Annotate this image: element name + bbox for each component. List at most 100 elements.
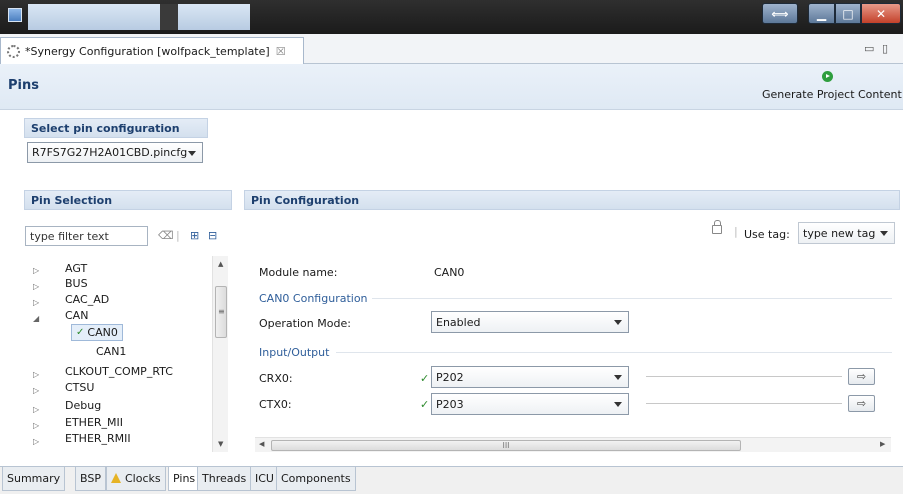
section-divider [372, 298, 892, 299]
expand-arrow-icon[interactable]: ▷ [33, 405, 39, 414]
operation-mode-label: Operation Mode: [259, 317, 351, 330]
check-icon: ✓ [76, 327, 85, 338]
pin-tree-scrollbar[interactable]: ▲ ≡ ▼ [212, 256, 228, 452]
input-output-heading: Input/Output [259, 346, 330, 359]
ctx0-pin-value: P203 [436, 397, 464, 411]
operation-mode-value: Enabled [436, 315, 481, 329]
scroll-right-icon[interactable]: ▶ [880, 440, 885, 448]
module-name-label: Module name: [259, 266, 338, 279]
pin-connector-line [646, 376, 842, 377]
gear-icon [7, 44, 20, 58]
app-icon [8, 8, 22, 22]
maximize-window-button[interactable]: □ [835, 3, 861, 24]
scroll-up-icon[interactable]: ▲ [218, 260, 223, 268]
generate-project-content-button[interactable]: Generate Project Content [762, 88, 902, 101]
go-to-ctx0-pin-button[interactable]: ⇨ [848, 395, 875, 412]
scroll-down-icon[interactable]: ▼ [218, 440, 223, 448]
scrollbar-thumb[interactable]: III [271, 440, 741, 451]
expand-arrow-icon[interactable]: ▷ [33, 437, 39, 446]
crx0-pin-value: P202 [436, 370, 464, 384]
tab-label: Clocks [125, 472, 161, 485]
pin-configuration-value: R7FS7G27H2A01CBD.pincfg [32, 146, 188, 159]
use-tag-select[interactable]: type new tag [798, 222, 895, 244]
tree-item-clkout-comp-rtc[interactable]: CLKOUT_COMP_RTC [65, 364, 173, 378]
tree-item-label: BUS [65, 276, 88, 290]
lock-icon[interactable] [712, 220, 722, 234]
window-title-bar: ⟺ ▁ □ ✕ [0, 0, 903, 34]
pin-connector-line [646, 403, 842, 404]
tree-item-cac-ad[interactable]: CAC_AD [65, 292, 109, 306]
crx0-pin-select[interactable]: P202 [431, 366, 629, 388]
ctx0-pin-select[interactable]: P203 [431, 393, 629, 415]
tree-item-can1[interactable]: CAN1 [96, 344, 126, 358]
editor-tab-label: *Synergy Configuration [wolfpack_templat… [25, 44, 270, 58]
expand-arrow-icon[interactable]: ▷ [33, 370, 39, 379]
close-tab-icon[interactable]: ☒ [276, 45, 286, 58]
expand-arrow-icon[interactable]: ▷ [33, 386, 39, 395]
close-window-button[interactable]: ✕ [861, 3, 901, 24]
pin-config-horizontal-scrollbar[interactable]: ◀ III ▶ [255, 437, 891, 452]
pin-configuration-heading: Pin Configuration [244, 190, 900, 210]
page-title: Pins [8, 78, 39, 93]
toolbar-divider: | [176, 229, 180, 242]
pin-filter-input[interactable]: type filter text [25, 226, 148, 246]
tree-item-ether-mii[interactable]: ETHER_MII [65, 415, 123, 429]
toolbar-divider: | [734, 225, 738, 238]
use-tag-label: Use tag: [744, 228, 790, 241]
pin-selection-heading: Pin Selection [24, 190, 232, 210]
tree-item-bus[interactable]: BUS [65, 276, 88, 290]
title-bar-background-app [28, 4, 250, 30]
tree-item-agt[interactable]: AGT [65, 261, 87, 275]
clear-filter-icon[interactable]: ⌫ [158, 229, 174, 242]
tab-clocks[interactable]: Clocks [106, 467, 166, 491]
operation-mode-select[interactable]: Enabled [431, 311, 629, 333]
check-icon: ✓ [420, 398, 430, 411]
title-bar-background-app-divider [160, 4, 178, 30]
expand-arrow-icon[interactable]: ▷ [33, 266, 39, 275]
collapse-arrow-icon[interactable]: ◢ [33, 314, 39, 323]
tree-item-label: CAN1 [96, 344, 127, 358]
generate-run-icon[interactable] [822, 71, 833, 82]
tab-label: BSP [80, 472, 101, 485]
tab-icu[interactable]: ICU [250, 467, 279, 491]
resize-window-button[interactable]: ⟺ [762, 3, 798, 24]
tree-item-label: CAN [65, 308, 89, 322]
pin-selection-tree: ▷ AGT ▷ BUS ▷ CAC_AD ◢ CAN ✓ CAN0 CAN1 ▷… [25, 256, 231, 452]
scrollbar-thumb[interactable]: ≡ [215, 286, 227, 338]
tab-summary[interactable]: Summary [2, 467, 66, 491]
tree-item-label: CLKOUT_COMP_RTC [65, 364, 173, 378]
tab-label: ICU [255, 472, 274, 485]
tree-item-ctsu[interactable]: CTSU [65, 380, 94, 394]
pin-configuration-select[interactable]: R7FS7G27H2A01CBD.pincfg [27, 142, 203, 163]
check-icon: ✓ [420, 372, 430, 385]
tab-label: Threads [202, 472, 247, 485]
go-to-crx0-pin-button[interactable]: ⇨ [848, 368, 875, 385]
tab-threads[interactable]: Threads [197, 467, 252, 491]
collapse-all-icon[interactable]: ⊟ [208, 229, 217, 242]
tab-bsp[interactable]: BSP [75, 467, 106, 491]
tab-components[interactable]: Components [276, 467, 356, 491]
minimize-window-button[interactable]: ▁ [808, 3, 835, 24]
expand-arrow-icon[interactable]: ▷ [33, 421, 39, 430]
tree-item-label: CTSU [65, 380, 95, 394]
minimize-view-icon[interactable]: ▭ [864, 42, 874, 55]
tree-item-label: CAC_AD [65, 292, 110, 306]
tree-item-ether-rmii[interactable]: ETHER_RMII [65, 431, 131, 445]
tree-item-debug[interactable]: Debug [65, 398, 101, 412]
tree-item-can0[interactable]: ✓ CAN0 [71, 324, 123, 341]
editor-tab-synergy-configuration[interactable]: *Synergy Configuration [wolfpack_templat… [0, 37, 304, 64]
crx0-label: CRX0: [259, 372, 293, 385]
maximize-view-icon[interactable]: ▯ [882, 42, 888, 55]
tree-item-can[interactable]: CAN [65, 308, 88, 322]
expand-arrow-icon[interactable]: ▷ [33, 298, 39, 307]
chevron-down-icon [880, 231, 888, 236]
tree-item-label: CAN0 [87, 326, 118, 339]
page-header: Pins Generate Project Content [0, 64, 903, 110]
tab-pins[interactable]: Pins [168, 467, 201, 491]
expand-all-icon[interactable]: ⊞ [190, 229, 199, 242]
tree-item-label: ETHER_MII [65, 415, 124, 429]
tab-label: Pins [173, 472, 196, 485]
expand-arrow-icon[interactable]: ▷ [33, 282, 39, 291]
scroll-left-icon[interactable]: ◀ [259, 440, 264, 448]
arrow-right-icon: ⇨ [856, 397, 867, 410]
